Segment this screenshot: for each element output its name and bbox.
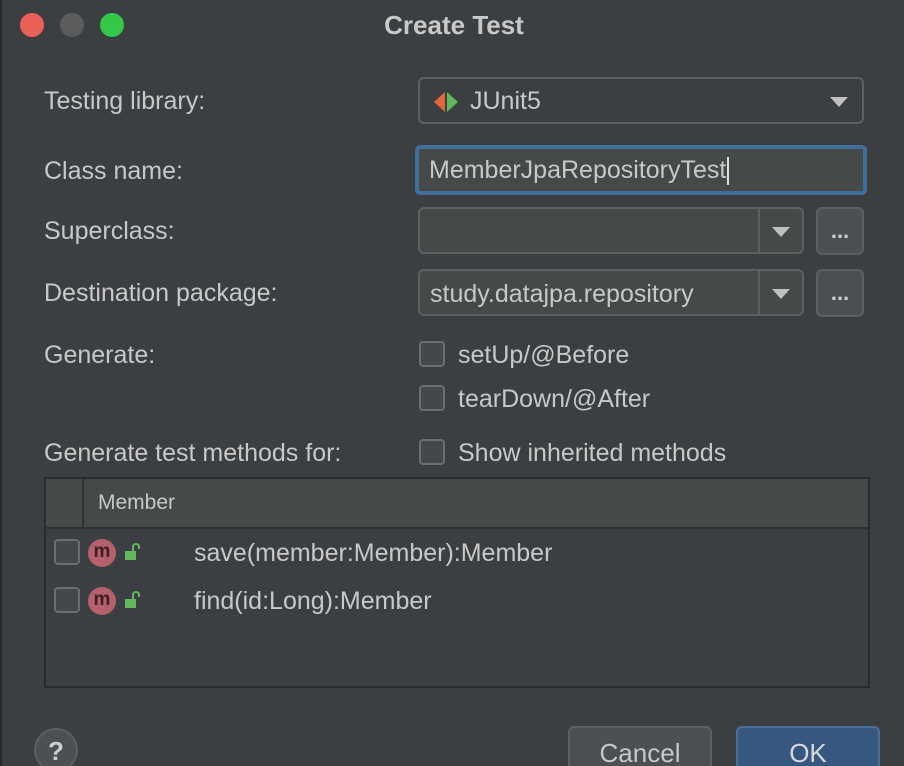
class-name-input[interactable]: MemberJpaRepositoryTest xyxy=(416,146,866,194)
teardown-checkbox[interactable] xyxy=(419,385,445,411)
testing-library-select[interactable]: JUnit5 xyxy=(418,77,864,124)
text-caret xyxy=(727,157,730,186)
member-column-header[interactable]: Member xyxy=(98,491,175,515)
chevron-down-icon[interactable] xyxy=(772,226,790,237)
method-signature: save(member:Member):Member xyxy=(194,539,553,567)
superclass-combo[interactable] xyxy=(418,207,804,254)
table-header: Member xyxy=(46,479,868,529)
chevron-down-icon xyxy=(830,96,848,107)
testing-library-value: JUnit5 xyxy=(470,87,541,115)
method-icon: m xyxy=(88,587,116,615)
chevron-down-icon[interactable] xyxy=(772,288,790,299)
column-divider xyxy=(82,479,84,527)
method-signature: find(id:Long):Member xyxy=(194,587,432,615)
teardown-checkbox-label[interactable]: tearDown/@After xyxy=(458,385,650,414)
show-inherited-checkbox[interactable] xyxy=(419,439,445,465)
members-table: Member m save(member:Member):Member m fi… xyxy=(44,477,870,688)
title-bar: Create Test xyxy=(2,0,904,50)
unlocked-icon xyxy=(125,591,140,608)
superclass-label: Superclass: xyxy=(44,217,175,245)
show-inherited-label[interactable]: Show inherited methods xyxy=(458,439,726,468)
destination-package-label: Destination package: xyxy=(44,279,278,307)
methods-for-label: Generate test methods for: xyxy=(44,439,342,467)
testing-library-label: Testing library: xyxy=(44,87,206,115)
setup-checkbox[interactable] xyxy=(419,341,445,367)
class-name-value: MemberJpaRepositoryTest xyxy=(429,156,727,184)
ok-button[interactable]: OK xyxy=(736,726,880,766)
setup-checkbox-label[interactable]: setUp/@Before xyxy=(458,341,629,370)
superclass-browse-button[interactable]: ... xyxy=(816,207,864,255)
table-row[interactable]: m find(id:Long):Member xyxy=(46,577,868,625)
destination-package-combo[interactable]: study.datajpa.repository xyxy=(418,269,804,316)
row-checkbox[interactable] xyxy=(54,539,80,565)
destination-package-browse-button[interactable]: ... xyxy=(816,269,864,317)
help-button[interactable]: ? xyxy=(34,728,78,766)
junit-icon xyxy=(434,92,458,112)
generate-label: Generate: xyxy=(44,341,156,369)
table-row[interactable]: m save(member:Member):Member xyxy=(46,529,868,577)
dialog-title: Create Test xyxy=(384,10,524,40)
unlocked-icon xyxy=(125,543,140,560)
destination-package-value: study.datajpa.repository xyxy=(430,280,694,308)
combo-divider xyxy=(758,271,760,314)
row-checkbox[interactable] xyxy=(54,587,80,613)
create-test-dialog: Create Test Testing library: JUnit5 Clas… xyxy=(0,0,904,766)
combo-divider xyxy=(758,209,760,252)
class-name-label: Class name: xyxy=(44,157,183,185)
method-icon: m xyxy=(88,539,116,567)
cancel-button[interactable]: Cancel xyxy=(568,726,712,766)
